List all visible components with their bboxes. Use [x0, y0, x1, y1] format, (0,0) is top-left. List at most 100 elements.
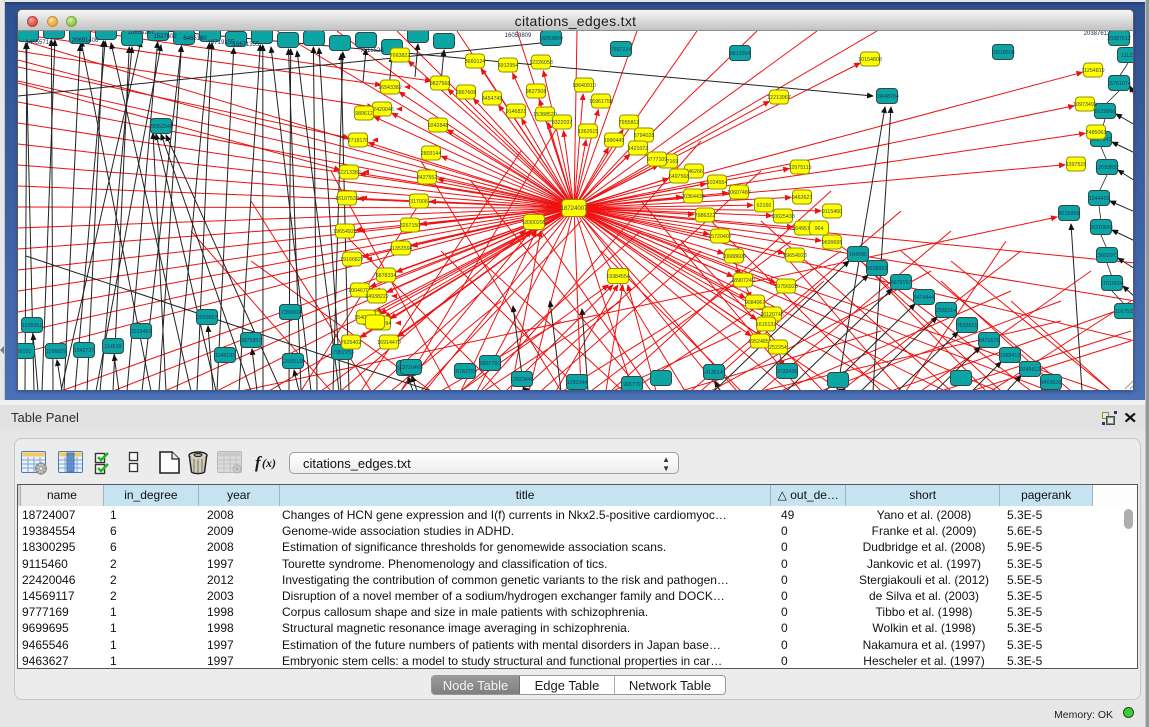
- svg-text:9827568: 9827568: [430, 81, 451, 87]
- svg-text:2935114: 2935114: [936, 308, 956, 314]
- svg-text:16671355: 16671355: [233, 42, 260, 48]
- svg-text:8454749: 8454749: [482, 96, 503, 102]
- svg-text:2803144: 2803144: [421, 151, 442, 157]
- svg-text:20691406: 20691406: [72, 38, 99, 44]
- svg-text:12093832: 12093832: [1095, 165, 1119, 171]
- svg-text:9777109: 9777109: [647, 157, 668, 163]
- svg-text:19654925: 19654925: [333, 229, 357, 235]
- svg-text:1292344: 1292344: [567, 380, 588, 386]
- svg-text:164095: 164095: [849, 252, 867, 258]
- svg-text:9699695: 9699695: [822, 240, 843, 246]
- svg-text:7485063: 7485063: [1086, 130, 1107, 136]
- svg-text:9975857: 9975857: [241, 338, 262, 344]
- svg-text:9084067: 9084067: [745, 300, 766, 306]
- svg-text:9857791: 9857791: [480, 361, 501, 367]
- svg-text:20387612: 20387612: [1107, 36, 1131, 42]
- svg-text:8471676: 8471676: [979, 338, 1000, 344]
- svg-text:1244415: 1244415: [1089, 196, 1110, 202]
- svg-text:1362615: 1362615: [578, 129, 599, 135]
- svg-text:16961758: 16961758: [589, 99, 613, 105]
- svg-text:1065412: 1065412: [1000, 353, 1021, 359]
- svg-text:1733426: 1733426: [777, 369, 798, 375]
- svg-text:2919463: 2919463: [131, 329, 152, 335]
- svg-text:6879197: 6879197: [891, 280, 912, 286]
- svg-text:10688609: 10688609: [722, 254, 746, 260]
- svg-text:11123: 11123: [1121, 53, 1133, 59]
- svg-text:16053809: 16053809: [505, 33, 532, 39]
- svg-text:7663822: 7663822: [390, 53, 411, 59]
- svg-text:17957253: 17957253: [330, 350, 354, 356]
- svg-text:16107533: 16107533: [335, 196, 359, 202]
- svg-text:1990445: 1990445: [604, 138, 625, 144]
- svg-text:18640910: 18640910: [572, 83, 596, 89]
- svg-text:14938222: 14938222: [365, 294, 389, 300]
- svg-text:13716465: 13716465: [399, 365, 423, 371]
- svg-text:7986322: 7986322: [695, 213, 716, 219]
- svg-text:2718170: 2718170: [348, 138, 369, 144]
- svg-text:12923446: 12923446: [510, 377, 534, 383]
- svg-text:14055714: 14055714: [26, 40, 53, 46]
- svg-text:15720407: 15720407: [708, 234, 732, 240]
- svg-text:1527602: 1527602: [153, 34, 177, 40]
- svg-text:10025438: 10025438: [771, 214, 795, 220]
- svg-text:(x): (x): [262, 456, 276, 470]
- svg-text:18907249: 18907249: [731, 278, 755, 284]
- svg-text:9827508: 9827508: [526, 89, 547, 95]
- svg-text:1421072: 1421072: [628, 146, 649, 152]
- svg-text:8215958: 8215958: [1059, 211, 1080, 217]
- svg-text:1145193: 1145193: [215, 353, 235, 359]
- svg-text:16914479: 16914479: [377, 340, 401, 346]
- svg-text:9242848: 9242848: [428, 123, 449, 129]
- svg-text:9146821: 9146821: [506, 109, 527, 115]
- svg-text:19756928: 19756928: [774, 284, 798, 290]
- svg-text:7625402: 7625402: [341, 340, 362, 346]
- svg-text:15751074: 15751074: [1107, 81, 1131, 87]
- svg-text:9474444: 9474444: [914, 295, 935, 301]
- svg-text:19384554: 19384554: [606, 274, 630, 280]
- svg-text:1935051: 1935051: [22, 323, 43, 329]
- svg-text:1342737: 1342737: [74, 348, 95, 354]
- svg-text:13692971: 13692971: [1095, 253, 1119, 259]
- svg-text:7632621: 7632621: [957, 323, 978, 329]
- svg-text:3912954: 3912954: [498, 63, 519, 69]
- svg-text:29053346: 29053346: [149, 124, 173, 130]
- svg-text:10154808: 10154808: [858, 57, 882, 63]
- svg-text:10607487: 10607487: [727, 190, 751, 196]
- svg-text:6794028: 6794028: [634, 133, 655, 139]
- svg-text:1156829: 1156829: [46, 349, 66, 355]
- svg-text:11353594: 11353594: [389, 246, 412, 252]
- svg-text:17016504: 17016504: [1100, 281, 1124, 287]
- svg-text:39151: 39151: [18, 349, 31, 355]
- svg-text:9129966: 9129966: [1095, 109, 1116, 115]
- svg-text:6466160: 6466160: [183, 36, 207, 42]
- svg-text:16782759: 16782759: [453, 369, 477, 375]
- svg-text:14136141: 14136141: [702, 370, 726, 376]
- svg-text:8427552: 8427552: [417, 175, 438, 181]
- svg-text:8938923: 8938923: [867, 266, 888, 272]
- svg-text:20364436: 20364436: [681, 194, 705, 200]
- svg-text:10973493: 10973493: [1073, 102, 1097, 108]
- svg-text:8813054: 8813054: [730, 51, 751, 57]
- svg-text:12213382: 12213382: [337, 170, 361, 176]
- svg-text:2867608: 2867608: [456, 90, 477, 96]
- svg-text:1397515: 1397515: [1066, 162, 1087, 168]
- svg-text:16648784: 16648784: [875, 94, 899, 100]
- svg-text:12226058: 12226058: [529, 60, 553, 66]
- svg-text:7955812: 7955812: [619, 120, 640, 126]
- svg-text:989612: 989612: [355, 111, 373, 117]
- svg-text:19166827: 19166827: [340, 257, 364, 263]
- svg-text:1615132: 1615132: [756, 322, 777, 328]
- svg-text:964: 964: [815, 226, 824, 232]
- svg-text:18724007: 18724007: [561, 206, 588, 212]
- svg-text:8322037: 8322037: [552, 120, 573, 126]
- svg-text:12213967: 12213967: [767, 95, 791, 101]
- svg-text:7515526: 7515526: [360, 48, 384, 54]
- svg-text:9463620: 9463620: [1041, 380, 1062, 386]
- svg-text:16053809: 16053809: [539, 36, 563, 42]
- svg-text:317006: 317006: [410, 199, 428, 205]
- svg-text:19218506: 19218506: [991, 50, 1015, 56]
- svg-text:1024554: 1024554: [707, 180, 728, 186]
- svg-text:2020657: 2020657: [197, 315, 218, 321]
- svg-text:9115460: 9115460: [822, 209, 842, 215]
- svg-text:62160: 62160: [757, 203, 772, 209]
